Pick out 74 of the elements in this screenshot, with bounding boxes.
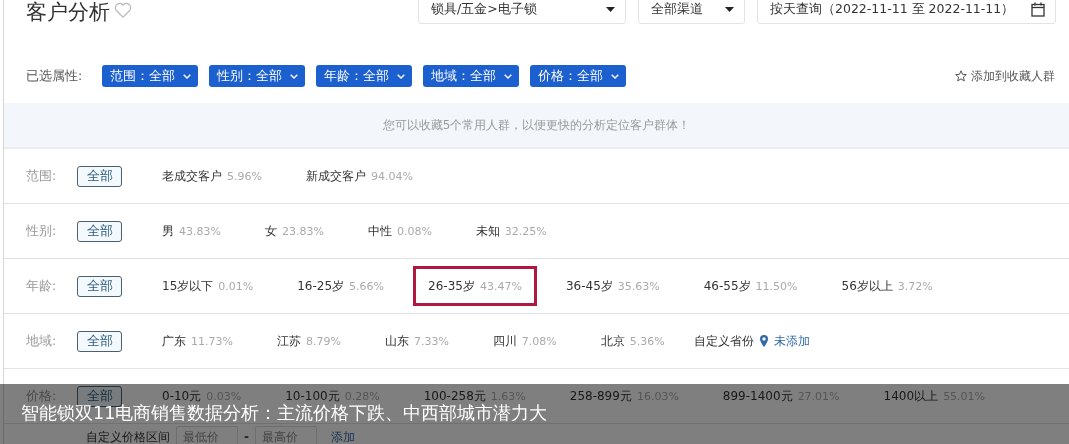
- attribute-label: 范围:: [26, 167, 58, 185]
- option-name[interactable]: 江苏: [276, 332, 301, 350]
- option-name[interactable]: 新成交客户: [305, 167, 366, 185]
- option-share: 7.08%: [521, 334, 557, 348]
- add-province-link[interactable]: 未添加: [759, 332, 810, 350]
- custom-price-label: 自定义价格区间: [86, 428, 170, 444]
- option-name[interactable]: 0-10元: [162, 387, 202, 405]
- filter-chip[interactable]: 地域：全部: [423, 65, 519, 87]
- add-to-favorites-link[interactable]: 添加到收藏人群: [955, 67, 1055, 85]
- chevron-icon: [611, 73, 619, 79]
- chevron-icon: [290, 73, 298, 79]
- option-name[interactable]: 258-899元: [569, 387, 632, 405]
- all-button[interactable]: 全部: [77, 275, 122, 297]
- option-share: 43.83%: [179, 224, 221, 238]
- option-name[interactable]: 中性: [367, 222, 392, 240]
- option-share: 35.63%: [617, 279, 660, 293]
- option-name[interactable]: 36-45岁: [565, 277, 613, 295]
- chevron-icon: [183, 73, 191, 79]
- option-name[interactable]: 老成交客户: [162, 167, 222, 185]
- caret-icon: [606, 6, 615, 12]
- calendar-icon: [1031, 1, 1045, 17]
- attribute-label: 年龄:: [26, 277, 58, 295]
- option-name[interactable]: 山东: [384, 332, 409, 350]
- chevron-icon: [397, 73, 405, 79]
- option-share: 11.73%: [191, 334, 233, 348]
- option-share: 94.04%: [370, 169, 413, 183]
- selected-attributes-label: 已选属性:: [26, 67, 84, 85]
- location-pin-icon: [759, 335, 768, 347]
- option-name[interactable]: 56岁以上: [841, 277, 893, 295]
- option-name[interactable]: 10-100元: [285, 387, 340, 405]
- option-name[interactable]: 46-55岁: [703, 277, 751, 295]
- all-button[interactable]: 全部: [77, 165, 122, 187]
- all-button[interactable]: 全部: [77, 330, 122, 352]
- filter-chip[interactable]: 年龄：全部: [316, 65, 412, 87]
- chevron-icon: [504, 73, 512, 79]
- option-name[interactable]: 女: [264, 222, 277, 240]
- option-name[interactable]: 26-35岁: [428, 277, 475, 295]
- filter-chip[interactable]: 范围：全部: [102, 65, 198, 87]
- all-button[interactable]: 全部: [77, 220, 122, 242]
- dropdown[interactable]: 全部渠道: [638, 0, 745, 24]
- option-name[interactable]: 未知: [475, 222, 500, 240]
- attribute-label: 地域:: [26, 332, 58, 350]
- option-name[interactable]: 广东: [162, 332, 186, 350]
- option-share: 43.47%: [479, 279, 522, 293]
- date-range-picker[interactable]: 按天查询（2022-11-11 至 2022-11-11）: [757, 0, 1056, 24]
- dropdown[interactable]: 锁具/五金>电子锁: [418, 0, 626, 24]
- option-share: 0.08%: [396, 224, 432, 238]
- option-name[interactable]: 100-258元: [423, 387, 486, 405]
- custom-province-label: 自定义省份: [693, 332, 754, 350]
- option-share: 11.50%: [755, 279, 798, 293]
- caret-icon: [725, 6, 734, 12]
- option-name[interactable]: 四川: [492, 332, 517, 350]
- option-share: 8.79%: [305, 334, 341, 348]
- star-icon: [955, 70, 967, 82]
- filter-chip[interactable]: 性别：全部: [209, 65, 305, 87]
- option-share: 7.33%: [413, 334, 449, 348]
- option-share: 5.36%: [629, 334, 665, 348]
- notice-text: 您可以收藏5个常用人群，以便更快的分析定位客户群体！: [382, 116, 691, 134]
- option-share: 3.72%: [897, 279, 933, 293]
- option-name[interactable]: 16-25岁: [297, 277, 345, 295]
- page-title: 客户分析: [26, 0, 110, 26]
- option-share: 32.25%: [504, 224, 547, 238]
- option-share: 0.01%: [218, 279, 254, 293]
- option-name[interactable]: 1400以上: [883, 387, 939, 405]
- option-share: 23.83%: [281, 224, 324, 238]
- filter-chip[interactable]: 价格：全部: [530, 65, 626, 87]
- option-share: 5.66%: [349, 279, 385, 293]
- option-name[interactable]: 15岁以下: [162, 277, 214, 295]
- attribute-label: 性别:: [26, 222, 58, 240]
- option-share: 5.96%: [227, 169, 262, 183]
- option-name[interactable]: 北京: [600, 332, 625, 350]
- option-name[interactable]: 899-1400元: [722, 387, 793, 405]
- range-separator: -: [244, 430, 249, 444]
- option-name[interactable]: 男: [162, 222, 174, 240]
